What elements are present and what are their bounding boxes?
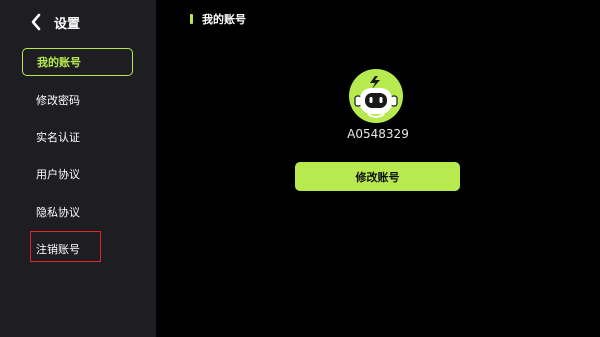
chevron-left-icon[interactable]: [30, 12, 44, 32]
robot-avatar-icon: [348, 68, 404, 124]
sidebar-item-change-password[interactable]: 修改密码: [22, 86, 133, 114]
sidebar-item-my-account[interactable]: 我的账号: [22, 48, 133, 76]
section-header: 我的账号: [190, 11, 246, 27]
sidebar-item-real-name-verification[interactable]: 实名认证: [22, 123, 133, 151]
settings-title: 设置: [54, 16, 81, 32]
back-header[interactable]: 设置: [30, 8, 80, 36]
settings-screen: 设置 我的账号 修改密码 实名认证 用户协议 隐私协议 注销账号 我的账号 A0…: [0, 0, 600, 337]
title-accent-bar: [190, 14, 193, 24]
page-title: 我的账号: [202, 13, 246, 26]
account-id: A0548329: [347, 127, 409, 141]
sidebar-item-user-agreement[interactable]: 用户协议: [22, 160, 133, 188]
sidebar-item-delete-account[interactable]: 注销账号: [22, 235, 133, 263]
sidebar-item-privacy-agreement[interactable]: 隐私协议: [22, 198, 133, 226]
edit-account-button[interactable]: 修改账号: [295, 162, 460, 191]
sidebar: 设置 我的账号 修改密码 实名认证 用户协议 隐私协议 注销账号: [0, 0, 156, 337]
